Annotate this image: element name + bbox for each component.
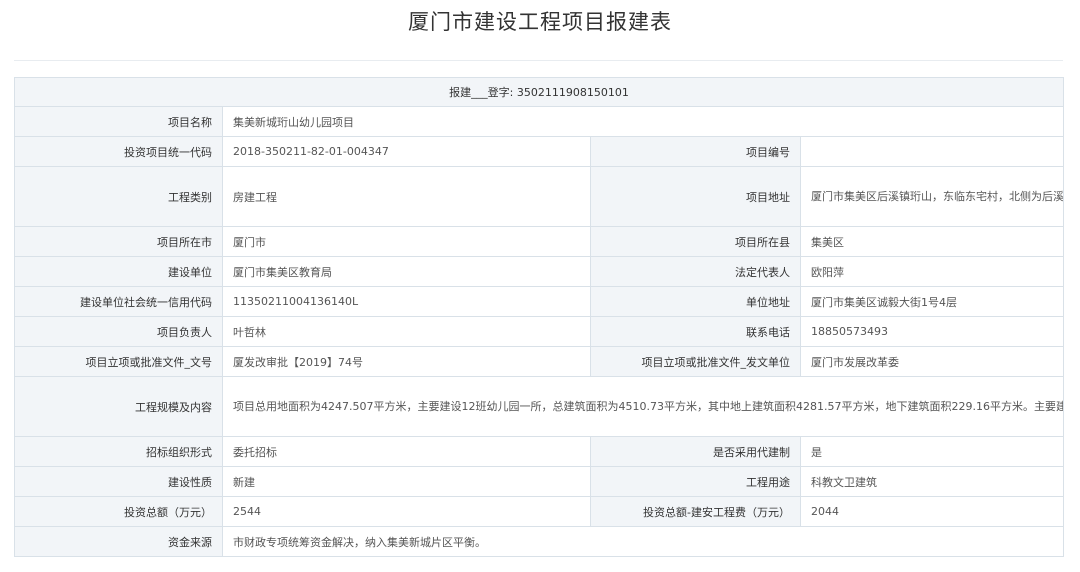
field-value: 2044: [800, 496, 1064, 527]
table-row: 工程类别 房建工程 项目地址 厦门市集美区后溪镇珩山，东临东宅村，北侧为后溪中心…: [14, 166, 1064, 227]
field-label: 项目立项或批准文件_发文单位: [590, 346, 801, 377]
field-value: 厦门市集美区教育局: [222, 256, 591, 287]
field-label: 单位地址: [590, 286, 801, 317]
field-label: 是否采用代建制: [590, 436, 801, 467]
registration-number: 报建___登字: 3502111908150101: [14, 77, 1064, 107]
field-value: 叶哲林: [222, 316, 591, 347]
field-label: 建设单位社会统一信用代码: [14, 286, 223, 317]
field-label: 项目立项或批准文件_文号: [14, 346, 223, 377]
field-label: 投资总额（万元）: [14, 496, 223, 527]
field-label: 工程用途: [590, 466, 801, 497]
field-value: 是: [800, 436, 1064, 467]
field-label: 资金来源: [14, 526, 223, 557]
table-row: 投资项目统一代码 2018-350211-82-01-004347 项目编号: [14, 136, 1064, 167]
field-value: 厦门市集美区后溪镇珩山，东临东宅村，北侧为后溪中心小学: [800, 166, 1064, 227]
table-row: 工程规模及内容 项目总用地面积为4247.507平方米，主要建设12班幼儿园一所…: [14, 376, 1064, 437]
field-label: 法定代表人: [590, 256, 801, 287]
field-value: 厦发改审批【2019】74号: [222, 346, 591, 377]
field-value: 新建: [222, 466, 591, 497]
registration-number-row: 报建___登字: 3502111908150101: [14, 77, 1064, 107]
field-value: 欧阳萍: [800, 256, 1064, 287]
field-value: 项目总用地面积为4247.507平方米，主要建设12班幼儿园一所，总建筑面积为4…: [222, 376, 1064, 437]
field-label: 投资总额-建安工程费（万元）: [590, 496, 801, 527]
field-label: 项目负责人: [14, 316, 223, 347]
table-row: 项目所在市 厦门市 项目所在县 集美区: [14, 226, 1064, 257]
table-row: 项目负责人 叶哲林 联系电话 18850573493: [14, 316, 1064, 347]
field-value: 集美区: [800, 226, 1064, 257]
field-label: 项目地址: [590, 166, 801, 227]
field-value: 18850573493: [800, 316, 1064, 347]
field-value: 房建工程: [222, 166, 591, 227]
field-value: [800, 136, 1064, 167]
field-label: 项目编号: [590, 136, 801, 167]
field-value: 市财政专项统筹资金解决，纳入集美新城片区平衡。: [222, 526, 1064, 557]
field-label: 招标组织形式: [14, 436, 223, 467]
field-value: 11350211004136140L: [222, 286, 591, 317]
table-row: 项目立项或批准文件_文号 厦发改审批【2019】74号 项目立项或批准文件_发文…: [14, 346, 1064, 377]
table-row: 投资总额（万元） 2544 投资总额-建安工程费（万元） 2044: [14, 496, 1064, 527]
page-title: 厦门市建设工程项目报建表: [408, 10, 672, 34]
field-label: 联系电话: [590, 316, 801, 347]
field-value: 集美新城珩山幼儿园项目: [222, 106, 1064, 137]
field-value: 2018-350211-82-01-004347: [222, 136, 591, 167]
field-label: 建设性质: [14, 466, 223, 497]
field-label: 建设单位: [14, 256, 223, 287]
table-row: 项目名称 集美新城珩山幼儿园项目: [14, 106, 1064, 137]
field-value: 厦门市发展改革委: [800, 346, 1064, 377]
field-value: 科教文卫建筑: [800, 466, 1064, 497]
field-value: 厦门市集美区诚毅大街1号4层: [800, 286, 1064, 317]
field-value: 委托招标: [222, 436, 591, 467]
table-row: 建设单位 厦门市集美区教育局 法定代表人 欧阳萍: [14, 256, 1064, 287]
field-label: 投资项目统一代码: [14, 136, 223, 167]
field-label: 工程规模及内容: [14, 376, 223, 437]
field-label: 项目所在市: [14, 226, 223, 257]
field-value: 厦门市: [222, 226, 591, 257]
field-value: 2544: [222, 496, 591, 527]
table-row: 建设性质 新建 工程用途 科教文卫建筑: [14, 466, 1064, 497]
table-row: 建设单位社会统一信用代码 11350211004136140L 单位地址 厦门市…: [14, 286, 1064, 317]
table-row: 资金来源 市财政专项统筹资金解决，纳入集美新城片区平衡。: [14, 526, 1064, 557]
field-label: 项目名称: [14, 106, 223, 137]
field-label: 项目所在县: [590, 226, 801, 257]
table-row: 招标组织形式 委托招标 是否采用代建制 是: [14, 436, 1064, 467]
title-divider: [14, 60, 1063, 61]
field-label: 工程类别: [14, 166, 223, 227]
registration-form-table: 报建___登字: 3502111908150101 项目名称 集美新城珩山幼儿园…: [14, 77, 1064, 557]
